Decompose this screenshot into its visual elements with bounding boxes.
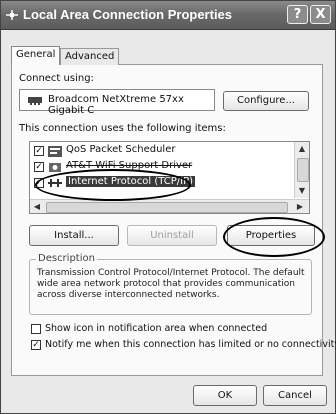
horizontal-scrollbar[interactable]: ◀ ▶ — [30, 199, 309, 213]
item-label: AT&T WiFi Support Driver — [66, 160, 193, 171]
checkbox-qos[interactable]: ✓ — [34, 146, 44, 156]
show-icon-label: Show icon in notification area when conn… — [45, 323, 268, 334]
ok-button[interactable]: OK — [193, 385, 257, 406]
adapter-name: Broadcom NetXtreme 57xx Gigabit C — [48, 94, 184, 116]
list-item[interactable]: ✓ QoS Packet Scheduler — [34, 144, 274, 158]
cancel-button[interactable]: Cancel — [263, 385, 327, 406]
scroll-down-icon[interactable]: ▼ — [295, 184, 309, 197]
notify-checkbox[interactable]: ✓ — [31, 340, 41, 350]
network-connection-icon — [6, 10, 18, 20]
components-list[interactable]: ✓ QoS Packet Scheduler ✓ AT&T WiFi Suppo… — [29, 141, 310, 214]
description-legend: Description — [36, 253, 97, 264]
vertical-scrollbar[interactable]: ▲ ▼ — [294, 142, 309, 198]
scroll-up-icon[interactable]: ▲ — [295, 142, 309, 155]
install-button[interactable]: Install... — [29, 225, 119, 246]
window-title: Local Area Connection Properties — [23, 7, 233, 22]
checkbox-att-driver[interactable]: ✓ — [34, 162, 44, 172]
components-label: This connection uses the following items… — [19, 123, 226, 134]
help-button[interactable]: ? — [287, 5, 308, 24]
item-label: QoS Packet Scheduler — [66, 144, 176, 155]
properties-button[interactable]: Properties — [227, 225, 315, 246]
title-bar[interactable]: Local Area Connection Properties ? X — [1, 1, 335, 30]
driver-icon — [49, 163, 61, 172]
uninstall-button[interactable]: Uninstall — [127, 225, 217, 246]
notify-label: Notify me when this connection has limit… — [45, 339, 336, 350]
protocol-icon — [48, 179, 62, 187]
show-icon-checkbox[interactable] — [31, 324, 41, 334]
list-item[interactable]: ✓ AT&T WiFi Support Driver — [34, 160, 274, 174]
close-button[interactable]: X — [310, 5, 331, 24]
list-item[interactable]: ✓ Internet Protocol (TCP/IP) — [34, 176, 274, 190]
scheduler-icon — [48, 146, 62, 157]
connect-using-label: Connect using: — [19, 73, 94, 84]
scroll-left-icon[interactable]: ◀ — [30, 200, 44, 213]
checkbox-tcpip[interactable]: ✓ — [34, 178, 44, 188]
scroll-right-icon[interactable]: ▶ — [293, 200, 307, 213]
item-label: Internet Protocol (TCP/IP) — [66, 176, 196, 187]
tab-advanced[interactable]: Advanced — [60, 48, 120, 65]
horizontal-scroll-thumb[interactable] — [46, 202, 288, 213]
properties-dialog: Local Area Connection Properties ? X Gen… — [0, 0, 336, 414]
configure-button[interactable]: Configure... — [223, 91, 309, 111]
description-text: Transmission Control Protocol/Internet P… — [37, 268, 305, 300]
description-group: Description Transmission Control Protoco… — [29, 253, 312, 315]
network-adapter-icon — [28, 97, 42, 105]
tab-general[interactable]: General — [11, 46, 61, 65]
vertical-scroll-thumb[interactable] — [297, 158, 309, 182]
adapter-field: Broadcom NetXtreme 57xx Gigabit C — [19, 89, 215, 116]
